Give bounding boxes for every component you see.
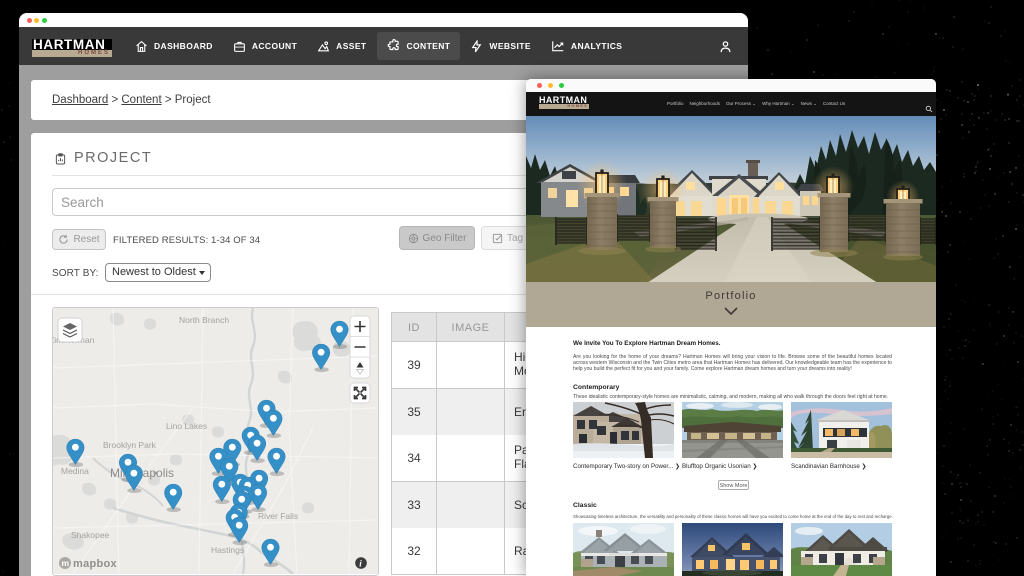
svg-text:m: m (62, 558, 70, 568)
svg-text:mapbox: mapbox (73, 558, 118, 570)
svg-text:North Branch: North Branch (179, 315, 229, 325)
svg-text:Medina: Medina (61, 466, 89, 476)
svg-text:River Falls: River Falls (258, 511, 298, 521)
svg-text:Brooklyn Park: Brooklyn Park (103, 440, 157, 450)
svg-text:Hastings: Hastings (211, 545, 244, 555)
svg-text:Shakopee: Shakopee (71, 530, 110, 540)
svg-text:Lino Lakes: Lino Lakes (166, 421, 207, 431)
